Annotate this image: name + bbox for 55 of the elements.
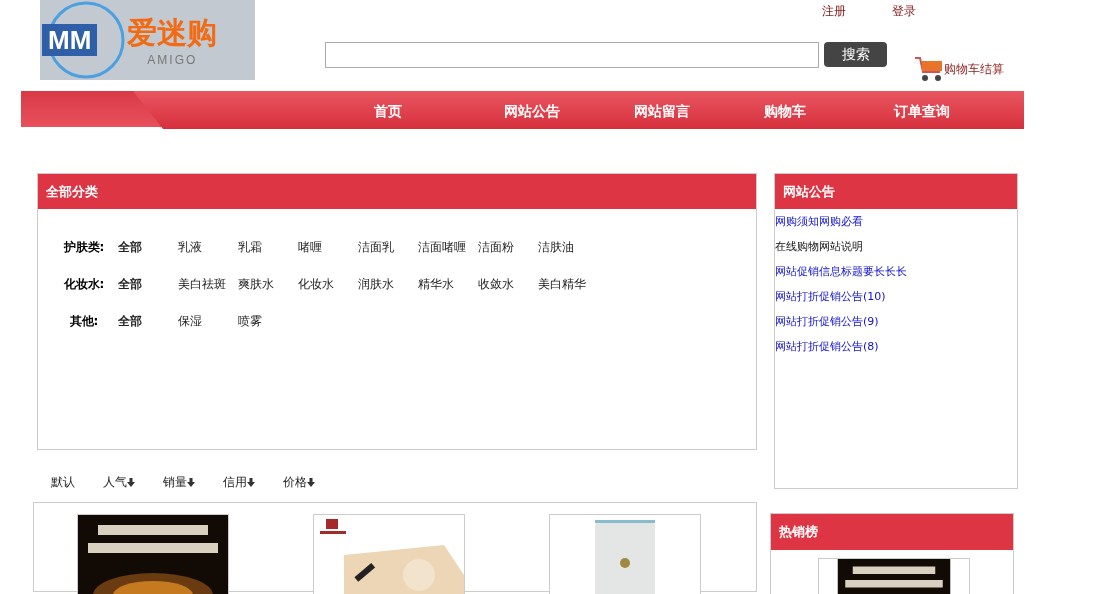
nav-link[interactable]: 订单查询 <box>894 91 1024 129</box>
logo-subtitle: AMIGO <box>147 53 198 67</box>
notice-link[interactable]: 网站促销信息标题要长长长 <box>775 259 1017 284</box>
nav-link[interactable]: 网站留言 <box>634 91 764 129</box>
category-link[interactable]: 洁面粉 <box>478 239 538 256</box>
category-link[interactable]: 收敛水 <box>478 276 538 293</box>
down-arrow-icon <box>127 477 135 487</box>
logo-title: 爱迷购 <box>127 14 218 52</box>
sort-option[interactable]: 人气 <box>103 462 135 502</box>
category-link[interactable]: 啫喱 <box>298 239 358 256</box>
panel-title: 全部分类 <box>38 174 756 209</box>
nav-link[interactable]: 购物车 <box>764 91 894 129</box>
logo-mark: MM <box>42 24 98 56</box>
panel-title: 热销榜 <box>771 514 1013 550</box>
down-arrow-icon <box>187 477 195 487</box>
down-arrow-icon <box>307 477 315 487</box>
notice-link[interactable]: 在线购物网站说明 <box>775 234 1017 259</box>
category-link[interactable]: 润肤水 <box>358 276 418 293</box>
category-link[interactable]: 洁肤油 <box>538 239 598 256</box>
notice-link[interactable]: 网站打折促销公告(9) <box>775 309 1017 334</box>
sort-option[interactable]: 信用 <box>223 462 255 502</box>
account-link[interactable]: 注册 <box>822 3 846 20</box>
category-link[interactable]: 保湿 <box>178 313 238 330</box>
notice-link[interactable]: 网站打折促销公告(10) <box>775 284 1017 309</box>
category-link[interactable]: 全部 <box>118 239 178 256</box>
nav-link[interactable]: 首页 <box>374 91 504 129</box>
down-arrow-icon <box>247 477 255 487</box>
category-link[interactable]: 全部 <box>118 276 178 293</box>
category-label: 化妆水: <box>62 276 106 293</box>
sort-option[interactable]: 默认 <box>51 462 75 502</box>
nav-link[interactable]: 网站公告 <box>504 91 634 129</box>
category-link[interactable]: 喷雾 <box>238 313 298 330</box>
cart-icon <box>914 56 944 82</box>
logo[interactable]: MM 爱迷购 AMIGO <box>40 0 255 80</box>
sort-option[interactable]: 销量 <box>163 462 195 502</box>
search-field[interactable] <box>325 42 819 68</box>
category-link[interactable]: 美白精华 <box>538 276 598 293</box>
category-link[interactable]: 精华水 <box>418 276 478 293</box>
panel-title: 网站公告 <box>775 174 1017 209</box>
notice-link[interactable]: 网购须知网购必看 <box>775 209 1017 234</box>
category-link[interactable]: 爽肤水 <box>238 276 298 293</box>
notice-link[interactable]: 网站打折促销公告(8) <box>775 334 1017 359</box>
category-link[interactable]: 洁面乳 <box>358 239 418 256</box>
category-link[interactable]: 全部 <box>118 313 178 330</box>
category-label: 护肤类: <box>62 239 106 256</box>
category-label: 其他: <box>68 313 100 330</box>
category-link[interactable]: 化妆水 <box>298 276 358 293</box>
search-button[interactable]: 搜索 <box>824 42 887 67</box>
category-link[interactable]: 洁面啫喱 <box>418 239 478 256</box>
cart-link[interactable]: 购物车结算 <box>914 56 1004 82</box>
category-link[interactable]: 乳液 <box>178 239 238 256</box>
sort-option[interactable]: 价格 <box>283 462 315 502</box>
category-link[interactable]: 美白祛斑 <box>178 276 238 293</box>
account-link[interactable]: 登录 <box>892 3 916 20</box>
category-link[interactable]: 乳霜 <box>238 239 298 256</box>
